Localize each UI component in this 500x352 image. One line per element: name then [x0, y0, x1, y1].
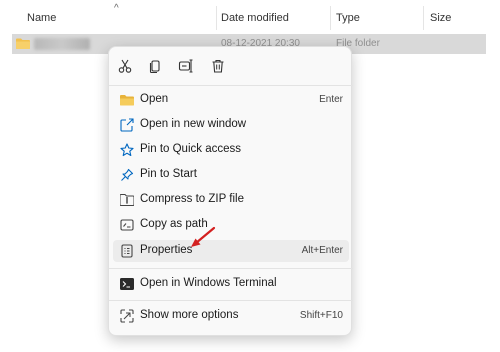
properties-icon [119, 243, 135, 259]
menu-item-show-more-options[interactable]: Show more options Shift+F10 [113, 305, 349, 327]
folder-icon [16, 38, 30, 49]
column-divider[interactable] [330, 6, 331, 30]
terminal-icon [119, 276, 135, 292]
annotation-arrow-icon [191, 226, 216, 247]
menu-divider [109, 268, 353, 269]
menu-item-open[interactable]: Open Enter [113, 89, 349, 111]
menu-item-label: Show more options [140, 309, 239, 321]
delete-button[interactable] [207, 55, 229, 77]
more-options-icon [119, 308, 135, 324]
menu-divider [109, 85, 353, 86]
file-name-blurred [34, 38, 90, 50]
copy-path-icon [119, 217, 135, 233]
menu-item-label: Open in Windows Terminal [140, 277, 277, 289]
folder-icon [119, 92, 135, 108]
menu-item-shortcut: Shift+F10 [299, 310, 343, 321]
menu-item-pin-quick-access[interactable]: Pin to Quick access [113, 139, 349, 161]
rename-icon [178, 59, 193, 73]
cut-button[interactable] [114, 55, 136, 77]
trash-icon [212, 59, 224, 73]
column-name[interactable]: Name [27, 12, 56, 24]
menu-item-open-terminal[interactable]: Open in Windows Terminal [113, 273, 349, 295]
column-header: ^ Name Date modified Type Size [0, 0, 500, 36]
column-size[interactable]: Size [430, 12, 451, 24]
menu-item-shortcut: Enter [319, 94, 343, 105]
context-menu: Open Enter Open in new window Pin to Qui… [108, 46, 353, 336]
menu-item-label: Pin to Start [140, 168, 197, 180]
menu-item-pin-start[interactable]: Pin to Start [113, 164, 349, 186]
rename-button[interactable] [175, 55, 197, 77]
menu-item-properties[interactable]: Properties Alt+Enter [113, 240, 349, 262]
menu-item-label: Compress to ZIP file [140, 193, 244, 205]
menu-item-compress-zip[interactable]: Compress to ZIP file [113, 189, 349, 211]
menu-item-label: Pin to Quick access [140, 143, 241, 155]
copy-icon [149, 60, 160, 74]
column-date-modified[interactable]: Date modified [221, 12, 289, 24]
sort-caret-icon: ^ [114, 3, 119, 14]
column-divider[interactable] [423, 6, 424, 30]
menu-item-label: Open in new window [140, 118, 247, 130]
menu-item-shortcut: Alt+Enter [301, 245, 343, 256]
pin-icon [119, 167, 135, 183]
scissors-icon [118, 59, 132, 73]
menu-item-label: Properties [140, 244, 193, 256]
star-icon [119, 142, 135, 158]
copy-button[interactable] [144, 55, 166, 77]
new-window-icon [119, 117, 135, 133]
menu-item-copy-as-path[interactable]: Copy as path [113, 214, 349, 236]
zip-icon [119, 192, 135, 208]
menu-item-open-new-window[interactable]: Open in new window [113, 114, 349, 136]
menu-divider [109, 300, 353, 301]
column-divider[interactable] [216, 6, 217, 30]
menu-item-label: Open [140, 93, 169, 105]
column-type[interactable]: Type [336, 12, 360, 24]
